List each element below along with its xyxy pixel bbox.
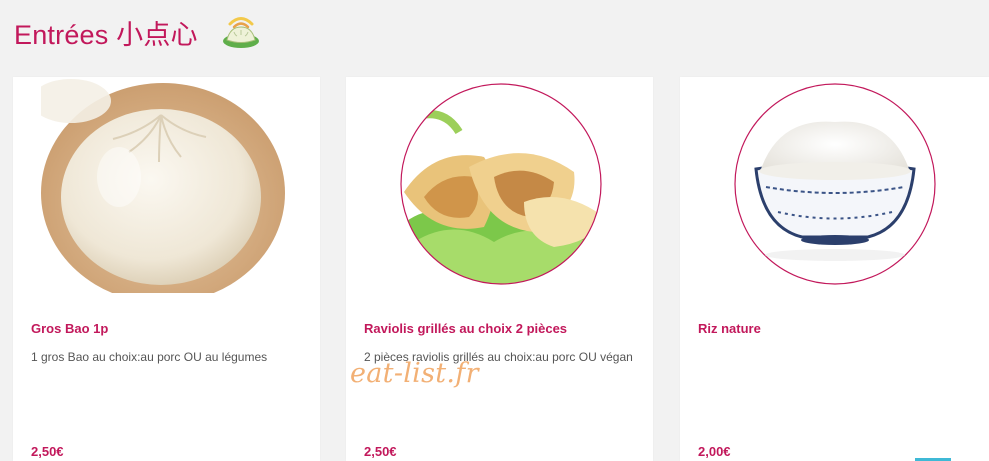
product-card[interactable]: Raviolis grillés au choix 2 pièces 2 piè… (346, 77, 653, 461)
product-grid: Gros Bao 1p 1 gros Bao au choix:au porc … (13, 77, 989, 461)
product-description: 2 pièces raviolis grillés au choix:au po… (364, 350, 633, 364)
product-name[interactable]: Riz nature (698, 321, 761, 336)
steamed-bun-image[interactable] (41, 77, 291, 293)
menu-page: Entrées 小点心 Gros Bao 1p 1 gros Bao au ch… (0, 0, 989, 461)
product-price: 2,50€ (364, 444, 397, 459)
product-price: 2,00€ (698, 444, 731, 459)
product-card[interactable]: Gros Bao 1p 1 gros Bao au choix:au porc … (13, 77, 320, 461)
grilled-dumplings-image[interactable] (374, 77, 624, 293)
rice-bowl-image[interactable] (708, 77, 958, 293)
product-description: 1 gros Bao au choix:au porc OU au légume… (31, 350, 268, 364)
section-title: Entrées 小点心 (14, 19, 198, 50)
product-card[interactable]: Riz nature 2,00€ (680, 77, 989, 461)
product-name[interactable]: Gros Bao 1p (31, 321, 108, 336)
product-name[interactable]: Raviolis grillés au choix 2 pièces (364, 321, 567, 336)
dumpling-icon (220, 14, 262, 50)
section-header: Entrées 小点心 (14, 10, 262, 54)
product-price: 2,50€ (31, 444, 64, 459)
